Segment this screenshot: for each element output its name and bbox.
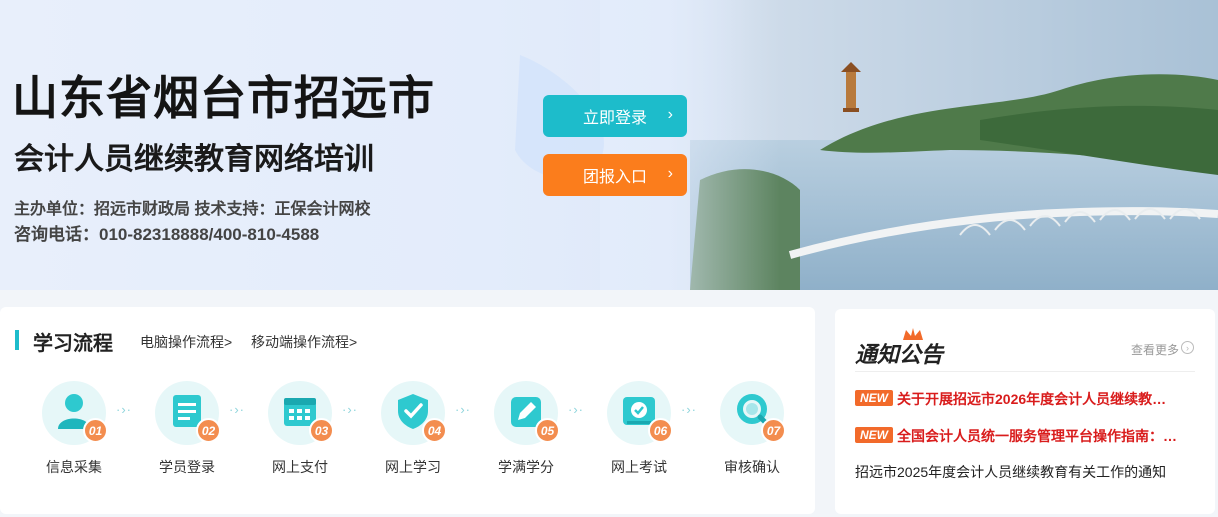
notice-item[interactable]: 招远市2025年度会计人员继续教育有关工作的通知 bbox=[855, 462, 1205, 482]
step-number: 04 bbox=[422, 418, 447, 443]
step-number: 01 bbox=[83, 418, 108, 443]
step-connector: ·›· bbox=[681, 402, 697, 417]
pc-guide-link[interactable]: 电脑操作流程> bbox=[140, 332, 232, 352]
site-subtitle: 会计人员继续教育网络培训 bbox=[14, 143, 374, 176]
process-step[interactable]: 07 审核确认 bbox=[704, 381, 800, 481]
step-label: 网上支付 bbox=[272, 459, 328, 475]
login-button[interactable]: 立即登录 › bbox=[543, 95, 687, 137]
process-step[interactable]: 06 网上考试 bbox=[591, 381, 687, 481]
step-label: 审核确认 bbox=[724, 459, 780, 475]
new-badge: NEW bbox=[855, 427, 893, 443]
step-label: 信息采集 bbox=[46, 459, 102, 475]
notice-item-title[interactable]: 全国会计人员统一服务管理平台操作指南：… bbox=[897, 426, 1177, 446]
process-title: 学习流程 bbox=[33, 333, 113, 355]
step-number: 05 bbox=[535, 418, 560, 443]
process-step[interactable]: 04 网上学习 bbox=[365, 381, 461, 481]
step-connector: ·›· bbox=[116, 402, 132, 417]
step-number: 03 bbox=[309, 418, 334, 443]
process-step[interactable]: 05 学满学分 bbox=[478, 381, 574, 481]
step-connector: ·›· bbox=[455, 402, 471, 417]
chevron-right-circle-icon[interactable]: › bbox=[1181, 341, 1194, 354]
site-title: 山东省烟台市招远市 bbox=[12, 72, 435, 124]
step-label: 学员登录 bbox=[159, 459, 215, 475]
notice-panel: 通知公告 查看更多 › NEW 关于开展招远市2026年度会计人员继续教… NE… bbox=[835, 309, 1215, 514]
step-label: 网上学习 bbox=[385, 459, 441, 475]
section-accent-bar bbox=[15, 330, 19, 350]
notice-item[interactable]: NEW 关于开展招远市2026年度会计人员继续教… bbox=[855, 389, 1205, 409]
step-connector: ·›· bbox=[342, 402, 358, 417]
header-banner: 山东省烟台市招远市 会计人员继续教育网络培训 主办单位：招远市财政局 技术支持：… bbox=[0, 0, 1218, 290]
notice-item[interactable]: NEW 全国会计人员统一服务管理平台操作指南：… bbox=[855, 426, 1205, 446]
group-register-button[interactable]: 团报入口 › bbox=[543, 154, 687, 196]
step-label: 学满学分 bbox=[498, 459, 554, 475]
step-number: 06 bbox=[648, 418, 673, 443]
login-button-label: 立即登录 bbox=[582, 110, 647, 127]
chevron-right-icon: › bbox=[667, 106, 673, 123]
step-label: 网上考试 bbox=[611, 459, 667, 475]
process-step[interactable]: 02 学员登录 bbox=[139, 381, 235, 481]
view-more-link[interactable]: 查看更多 bbox=[1131, 341, 1179, 358]
process-step[interactable]: 03 网上支付 bbox=[252, 381, 348, 481]
learning-process-panel: 学习流程 电脑操作流程> 移动端操作流程> 01 信息采集 ·›· 02 学员登… bbox=[0, 307, 815, 514]
new-badge: NEW bbox=[855, 390, 893, 406]
step-connector: ·›· bbox=[568, 402, 584, 417]
notice-title: 通知公告 bbox=[855, 342, 944, 368]
contact-phone: 咨询电话：010-82318888/400-810-4588 bbox=[14, 225, 320, 244]
notice-item-title[interactable]: 招远市2025年度会计人员继续教育有关工作的通知 bbox=[855, 462, 1166, 482]
group-register-label: 团报入口 bbox=[582, 169, 647, 186]
step-number: 02 bbox=[196, 418, 221, 443]
notice-divider bbox=[855, 371, 1195, 372]
chevron-right-icon: › bbox=[667, 165, 673, 182]
process-step[interactable]: 01 信息采集 bbox=[26, 381, 122, 481]
organizer-info: 主办单位：招远市财政局 技术支持：正保会计网校 bbox=[14, 201, 371, 218]
step-number: 07 bbox=[761, 418, 786, 443]
step-connector: ·›· bbox=[229, 402, 245, 417]
notice-item-title[interactable]: 关于开展招远市2026年度会计人员继续教… bbox=[897, 389, 1166, 409]
mobile-guide-link[interactable]: 移动端操作流程> bbox=[251, 332, 357, 352]
